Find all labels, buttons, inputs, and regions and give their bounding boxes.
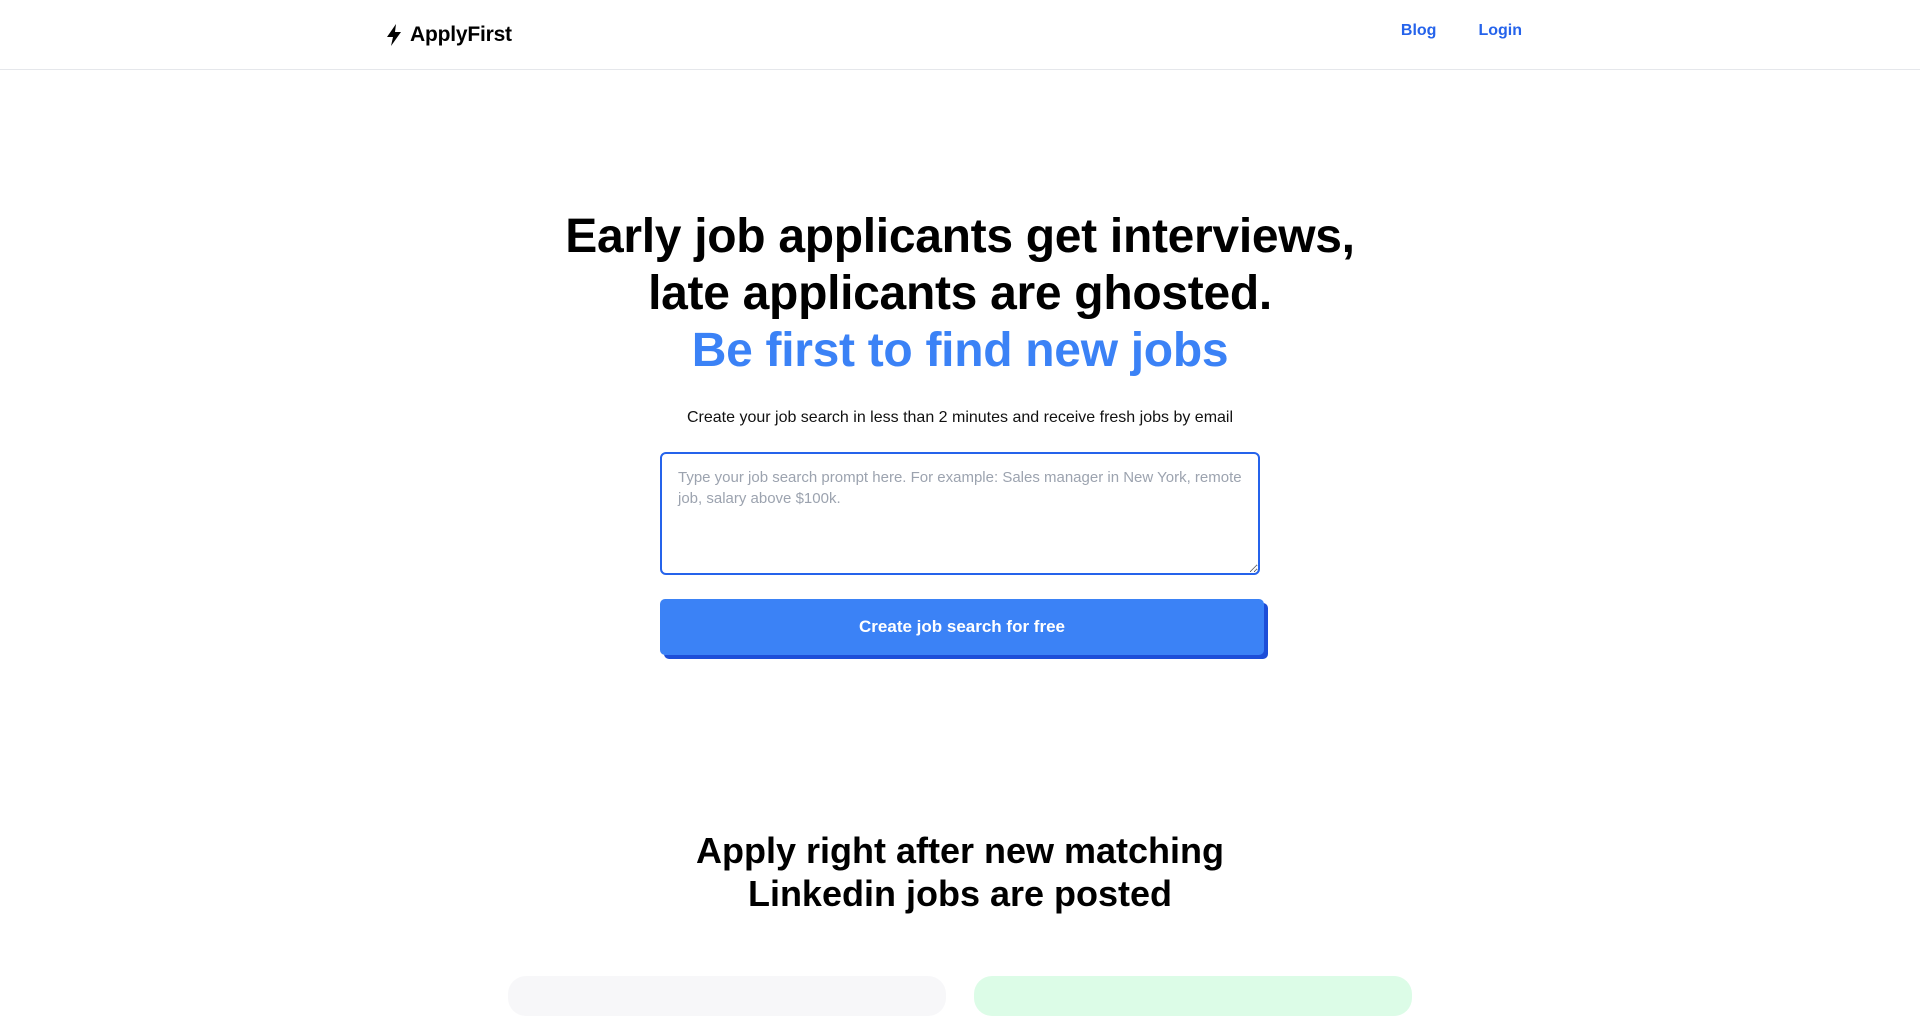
create-job-search-button[interactable]: Create job search for free [660, 599, 1264, 655]
section-title-line-2: Linkedin jobs are posted [747, 873, 1173, 914]
hero-accent-line: Be first to find new jobs [691, 324, 1229, 377]
hero-line-1: Early job applicants get interviews, [565, 210, 1355, 263]
hero-heading: Early job applicants get interviews, lat… [0, 208, 1920, 379]
section-title-line-1: Apply right after new matching [695, 830, 1225, 871]
hero-subtitle: Create your job search in less than 2 mi… [686, 409, 1234, 426]
section-title: Apply right after new matching Linkedin … [0, 829, 1920, 915]
job-search-prompt-input[interactable] [660, 452, 1260, 575]
feature-card-right [974, 976, 1412, 1016]
top-navbar: ApplyFirst Blog Login [0, 0, 1920, 70]
nav-links: Blog Login [1401, 22, 1522, 40]
hero-line-2: late applicants are ghosted. [648, 267, 1272, 320]
brand-name: ApplyFirst [410, 23, 512, 46]
feature-card-left [508, 976, 946, 1016]
brand-logo[interactable]: ApplyFirst [384, 20, 512, 50]
nav-link-login[interactable]: Login [1478, 22, 1522, 40]
nav-link-blog[interactable]: Blog [1401, 22, 1437, 40]
bolt-icon [384, 23, 404, 47]
